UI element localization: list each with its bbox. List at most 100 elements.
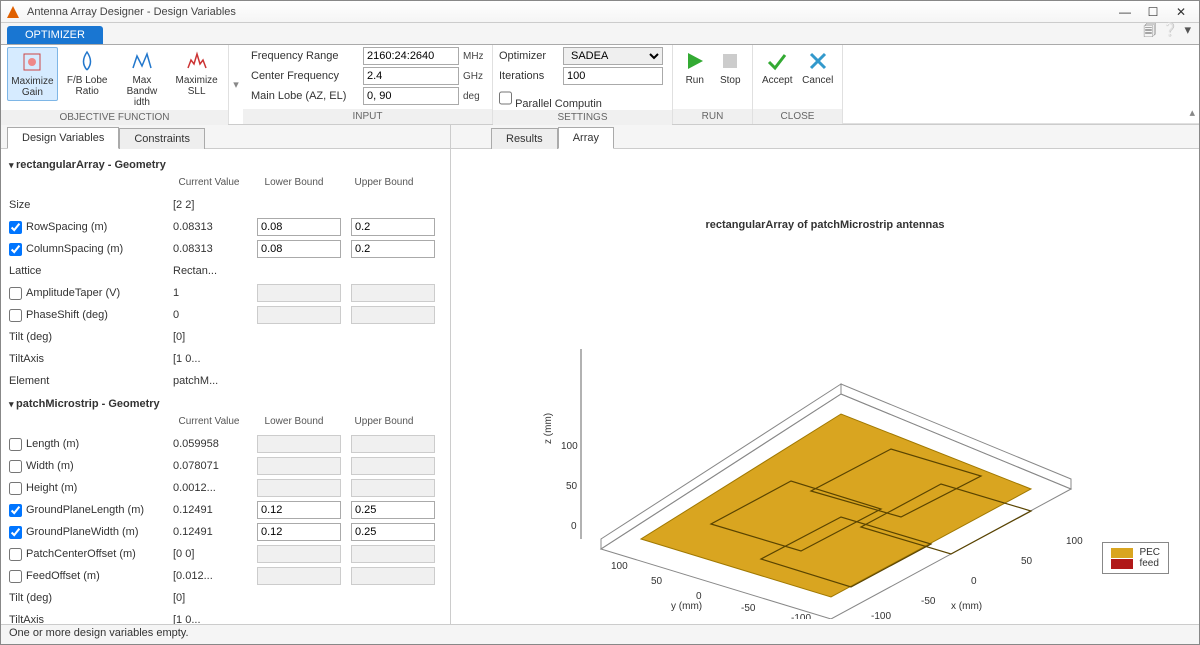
- variable-current-value: patchM...: [173, 375, 253, 387]
- variable-name: Tilt (deg): [9, 592, 52, 604]
- max-bandwidth-button[interactable]: Max Bandwidth: [117, 47, 168, 110]
- svg-text:100: 100: [611, 561, 628, 572]
- svg-text:-100: -100: [871, 611, 891, 619]
- variable-current-value: 0.0012...: [173, 482, 253, 494]
- array-3d-plot[interactable]: z (mm) 100 50 0 y (mm) 100 50 0 -50 -100…: [511, 189, 1111, 619]
- center-freq-input[interactable]: [363, 67, 459, 85]
- lower-bound-input[interactable]: [257, 479, 341, 497]
- collapse-ribbon-icon[interactable]: ▾: [1184, 22, 1191, 44]
- lower-bound-input[interactable]: [257, 545, 341, 563]
- variable-checkbox[interactable]: [9, 460, 22, 473]
- variable-row: ColumnSpacing (m)0.08313: [9, 238, 442, 260]
- stop-button[interactable]: Stop: [715, 47, 747, 88]
- variable-row: Tilt (deg) [0]: [9, 587, 442, 609]
- lower-bound-input[interactable]: [257, 567, 341, 585]
- mainlobe-unit: deg: [463, 91, 491, 102]
- variable-checkbox[interactable]: [9, 570, 22, 583]
- variable-checkbox[interactable]: [9, 504, 22, 517]
- iterations-label: Iterations: [499, 70, 559, 82]
- variable-name: Length (m): [26, 438, 79, 450]
- lower-bound-input[interactable]: [257, 435, 341, 453]
- lower-bound-input[interactable]: [257, 218, 341, 236]
- variable-row: RowSpacing (m)0.08313: [9, 216, 442, 238]
- tab-results[interactable]: Results: [491, 128, 558, 149]
- variable-checkbox[interactable]: [9, 548, 22, 561]
- cancel-button[interactable]: Cancel: [800, 47, 837, 88]
- array-plot[interactable]: rectangularArray of patchMicrostrip ante…: [451, 149, 1199, 624]
- mainlobe-input[interactable]: [363, 87, 459, 105]
- tab-optimizer[interactable]: OPTIMIZER: [7, 26, 103, 44]
- svg-text:-50: -50: [921, 596, 936, 607]
- lower-bound-input[interactable]: [257, 284, 341, 302]
- upper-bound-input[interactable]: [351, 457, 435, 475]
- maximize-button[interactable]: ☐: [1139, 2, 1167, 22]
- upper-bound-input[interactable]: [351, 435, 435, 453]
- variable-checkbox[interactable]: [9, 482, 22, 495]
- svg-text:50: 50: [1021, 556, 1033, 567]
- upper-bound-input[interactable]: [351, 240, 435, 258]
- ribbon-overflow-icon[interactable]: ▴: [1189, 106, 1195, 119]
- lower-bound-input[interactable]: [257, 501, 341, 519]
- ribbon-tabstrip: OPTIMIZER 🗐 ❔ ▾: [1, 23, 1199, 45]
- variable-current-value: 0: [173, 309, 253, 321]
- variable-name: Tilt (deg): [9, 331, 52, 343]
- variable-checkbox[interactable]: [9, 526, 22, 539]
- lower-bound-input[interactable]: [257, 306, 341, 324]
- tab-constraints[interactable]: Constraints: [119, 128, 205, 149]
- variable-name: Width (m): [26, 460, 74, 472]
- optimizer-label: Optimizer: [499, 50, 559, 62]
- upper-bound-input[interactable]: [351, 567, 435, 585]
- parallel-checkbox[interactable]: [499, 89, 512, 107]
- variable-current-value: [0]: [173, 592, 253, 604]
- lower-bound-input[interactable]: [257, 523, 341, 541]
- variable-checkbox[interactable]: [9, 287, 22, 300]
- col-lower: Lower Bound: [249, 177, 339, 188]
- section-patch-microstrip[interactable]: patchMicrostrip - Geometry: [9, 392, 442, 414]
- accept-icon: [765, 49, 789, 73]
- svg-text:-50: -50: [741, 603, 756, 614]
- upper-bound-input[interactable]: [351, 284, 435, 302]
- plot-legend: PEC feed: [1102, 542, 1169, 574]
- optimizer-select[interactable]: SADEA: [563, 47, 663, 65]
- variable-checkbox[interactable]: [9, 309, 22, 322]
- sll-icon: [185, 49, 209, 73]
- maximize-sll-button[interactable]: MaximizeSLL: [171, 47, 222, 99]
- variable-row: Size[2 2]: [9, 194, 442, 216]
- upper-bound-input[interactable]: [351, 545, 435, 563]
- maximize-gain-button[interactable]: MaximizeGain: [7, 47, 58, 101]
- help-icon[interactable]: ❔: [1162, 22, 1178, 44]
- minimize-button[interactable]: —: [1111, 2, 1139, 22]
- ribbon-dropdown-sep[interactable]: ▾: [229, 45, 243, 124]
- variable-checkbox[interactable]: [9, 243, 22, 256]
- lower-bound-input[interactable]: [257, 240, 341, 258]
- tab-design-variables[interactable]: Design Variables: [7, 127, 119, 149]
- iterations-input[interactable]: [563, 67, 663, 85]
- variable-name: Size: [9, 199, 30, 211]
- help-doc-icon[interactable]: 🗐: [1143, 22, 1156, 44]
- variable-checkbox[interactable]: [9, 438, 22, 451]
- legend-swatch-pec: [1111, 548, 1133, 558]
- upper-bound-input[interactable]: [351, 218, 435, 236]
- upper-bound-input[interactable]: [351, 306, 435, 324]
- variable-checkbox[interactable]: [9, 221, 22, 234]
- fb-lobe-ratio-button[interactable]: F/B LobeRatio: [62, 47, 113, 99]
- accept-button[interactable]: Accept: [759, 47, 796, 88]
- variable-row: GroundPlaneWidth (m)0.12491: [9, 521, 442, 543]
- section-rectangular-array[interactable]: rectangularArray - Geometry: [9, 153, 442, 175]
- run-icon: [683, 49, 707, 73]
- close-window-button[interactable]: ✕: [1167, 2, 1195, 22]
- upper-bound-input[interactable]: [351, 479, 435, 497]
- variable-name: PhaseShift (deg): [26, 309, 108, 321]
- upper-bound-input[interactable]: [351, 523, 435, 541]
- upper-bound-input[interactable]: [351, 501, 435, 519]
- run-button[interactable]: Run: [679, 47, 711, 88]
- variable-current-value: 0.08313: [173, 243, 253, 255]
- variable-current-value: [1 0...: [173, 353, 253, 365]
- variable-name: PatchCenterOffset (m): [26, 548, 136, 560]
- variable-current-value: 0.12491: [173, 526, 253, 538]
- variable-name: TiltAxis: [9, 353, 44, 365]
- y-axis-label: y (mm): [671, 601, 702, 612]
- lower-bound-input[interactable]: [257, 457, 341, 475]
- tab-array[interactable]: Array: [558, 127, 614, 149]
- freq-range-input[interactable]: [363, 47, 459, 65]
